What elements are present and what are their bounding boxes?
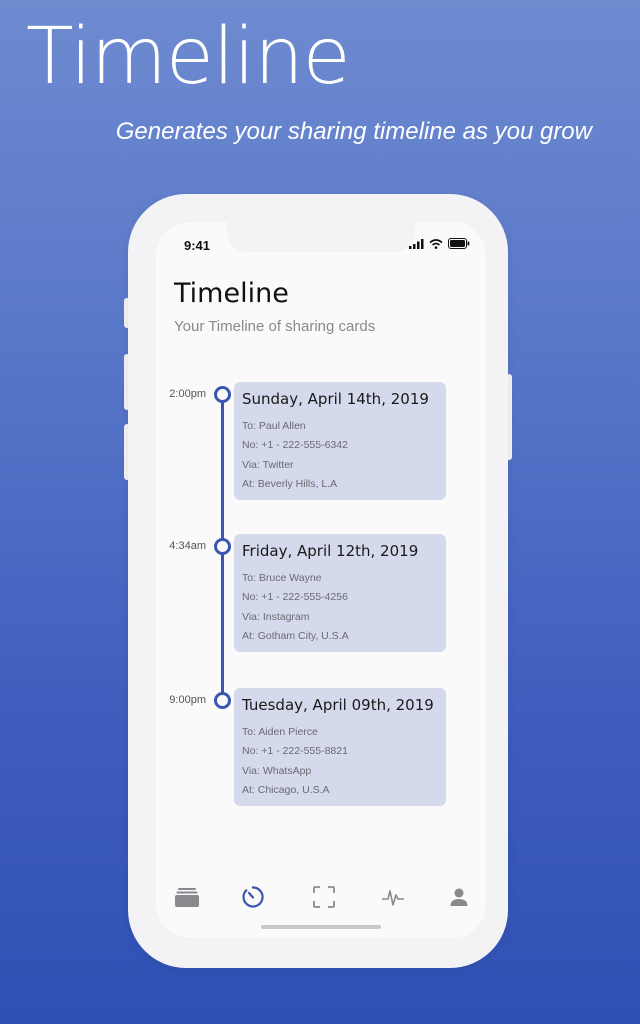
timeline-entry: 4:34am Friday, April 12th, 2019 To: Bruc…	[156, 534, 486, 654]
tab-bar	[156, 882, 486, 912]
tab-cards[interactable]	[172, 882, 202, 912]
card-date: Sunday, April 14th, 2019	[242, 390, 429, 408]
timeline-entry: 9:00pm Tuesday, April 09th, 2019 To: Aid…	[156, 688, 486, 808]
tab-scan[interactable]	[309, 882, 339, 912]
card-recipient: To: Paul Allen	[242, 420, 306, 432]
card-number: No: +1 - 222-555-6342	[242, 439, 348, 451]
card-via: Via: WhatsApp	[242, 765, 312, 777]
timeline-time: 4:34am	[169, 540, 206, 552]
timeline-time: 9:00pm	[169, 694, 206, 706]
card-number: No: +1 - 222-555-8821	[242, 745, 348, 757]
profile-icon	[450, 888, 468, 906]
page-title: Timeline	[174, 278, 289, 309]
card-location: At: Chicago, U.S.A	[242, 784, 330, 796]
card-number: No: +1 - 222-555-4256	[242, 591, 348, 603]
battery-icon	[448, 238, 470, 249]
card-recipient: To: Aiden Pierce	[242, 726, 318, 738]
card-recipient: To: Bruce Wayne	[242, 572, 322, 584]
timeline-entry: 2:00pm Sunday, April 14th, 2019 To: Paul…	[156, 382, 486, 502]
timeline-time: 2:00pm	[169, 388, 206, 400]
phone-screen: 9:41 Timeline Your Timeline of sharing c…	[156, 222, 486, 938]
hero-title: Timeline	[26, 12, 351, 102]
status-icons	[409, 238, 470, 249]
sharing-card[interactable]: Friday, April 12th, 2019 To: Bruce Wayne…	[234, 534, 446, 652]
tab-profile[interactable]	[444, 882, 474, 912]
card-location: At: Gotham City, U.S.A	[242, 630, 349, 642]
timeline-dot-icon	[214, 538, 231, 555]
sharing-card[interactable]: Tuesday, April 09th, 2019 To: Aiden Pier…	[234, 688, 446, 806]
timeline-dot-icon	[214, 692, 231, 709]
tab-activity[interactable]	[378, 882, 408, 912]
timeline-dot-icon	[214, 386, 231, 403]
notch	[227, 222, 415, 252]
tab-timeline[interactable]	[238, 882, 268, 912]
card-via: Via: Twitter	[242, 459, 294, 471]
home-indicator[interactable]	[261, 925, 381, 929]
card-via: Via: Instagram	[242, 611, 310, 623]
card-date: Tuesday, April 09th, 2019	[242, 696, 434, 714]
activity-icon	[382, 890, 404, 906]
card-date: Friday, April 12th, 2019	[242, 542, 419, 560]
hero-subtitle: Generates your sharing timeline as you g…	[115, 118, 592, 145]
page-subtitle: Your Timeline of sharing cards	[174, 318, 376, 335]
signal-icon	[409, 238, 424, 249]
status-time: 9:41	[184, 238, 211, 253]
card-location: At: Beverly Hills, L.A	[242, 478, 338, 490]
timeline-icon	[242, 886, 264, 908]
scan-icon	[313, 886, 335, 908]
wifi-icon	[429, 238, 443, 249]
sharing-card[interactable]: Sunday, April 14th, 2019 To: Paul Allen …	[234, 382, 446, 500]
cards-icon	[175, 888, 199, 907]
